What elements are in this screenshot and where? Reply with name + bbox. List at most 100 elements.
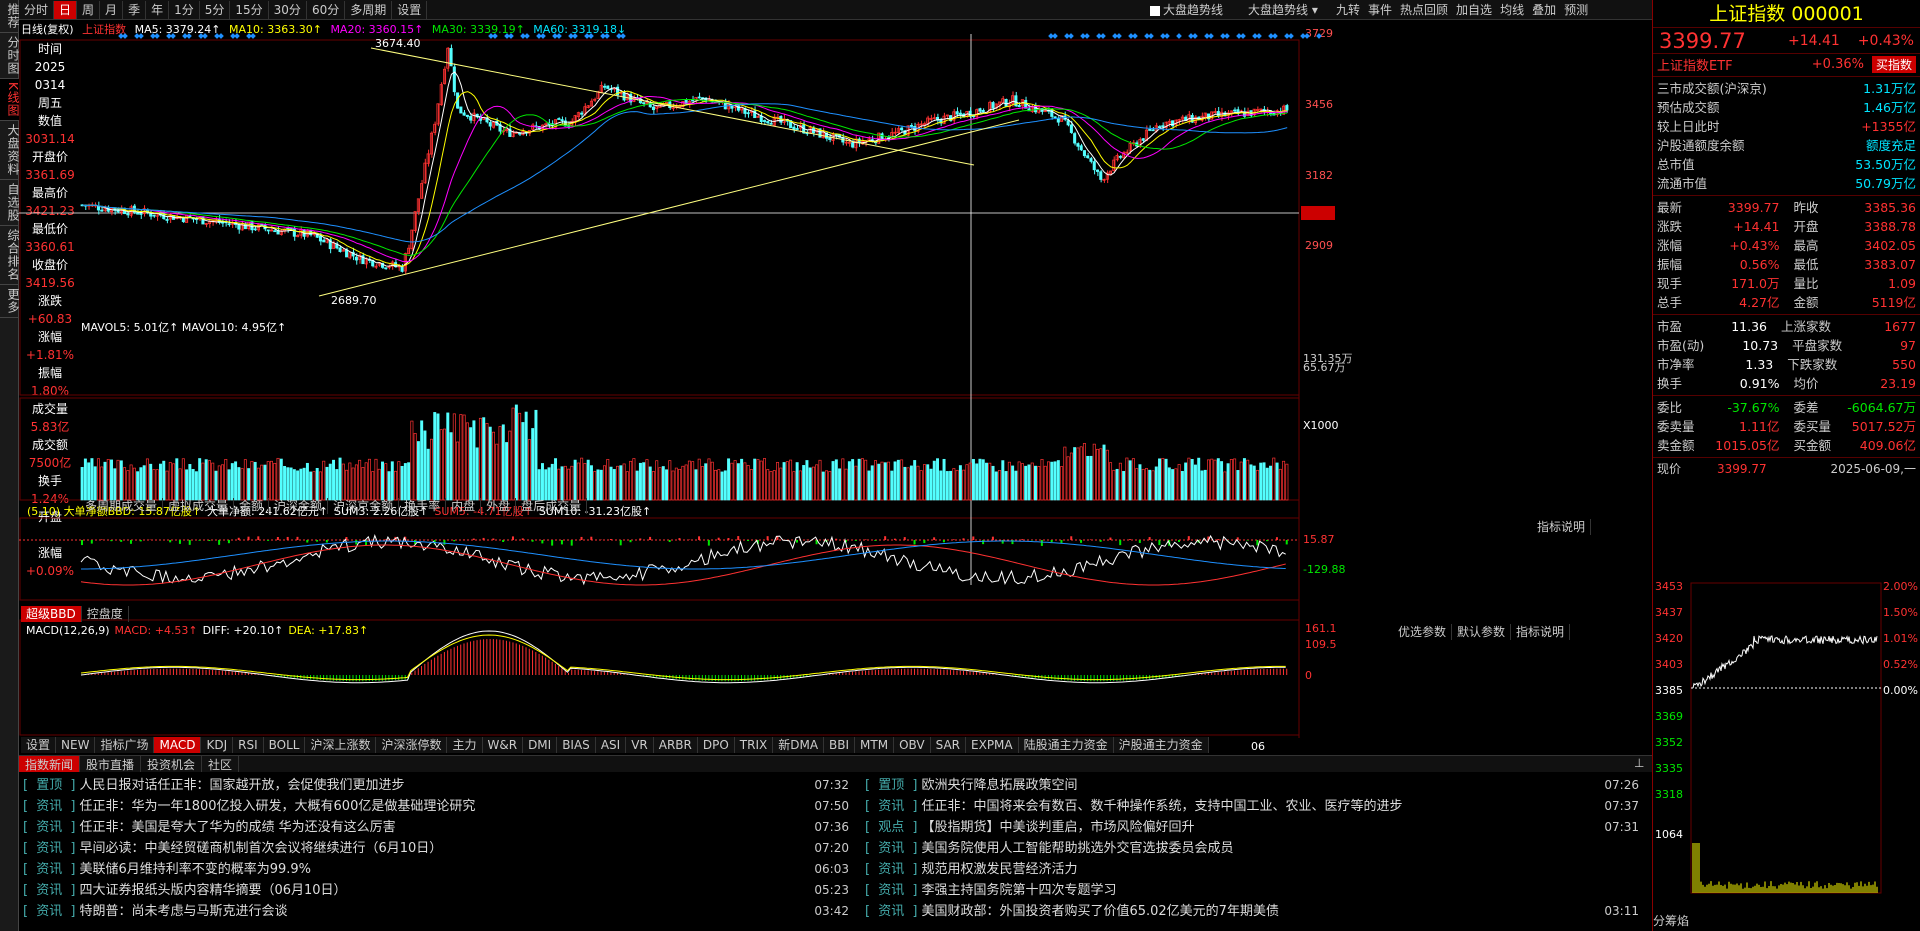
volume-tab[interactable]: 虚拟成交量	[163, 498, 235, 514]
indicator-tab[interactable]: VR	[626, 737, 654, 753]
mini-tab[interactable]: 焰	[1677, 912, 1689, 931]
indicator-tab[interactable]: SAR	[931, 737, 967, 753]
volume-tab[interactable]: 沪深京金额	[328, 498, 400, 514]
period-tab[interactable]: 季	[123, 0, 147, 19]
news-item[interactable]: [ 观点 ] 【股指期货】中美谈判重启，市场风险偏好回升 07:31	[865, 817, 1643, 838]
period-tab[interactable]: 1分	[169, 0, 200, 19]
toolbar-tool[interactable]: 叠加	[1532, 0, 1556, 20]
toolbar-tool[interactable]: 九转	[1336, 0, 1360, 20]
indicator-tab[interactable]: BIAS	[557, 737, 596, 753]
macd-param-button[interactable]: 指标说明	[1511, 624, 1571, 640]
news-item[interactable]: [ 资讯 ] 美联储6月维持利率不变的概率为99.9% 06:03	[23, 859, 853, 880]
bbd-tab[interactable]: 控盘度	[82, 606, 129, 622]
volume-tab[interactable]: 金额	[234, 498, 270, 514]
volume-tab[interactable]: 内盘	[446, 498, 482, 514]
bbd-tab[interactable]: 超级BBD	[21, 606, 82, 622]
period-tab[interactable]: 多周期	[345, 0, 393, 19]
indicator-tab[interactable]: NEW	[56, 737, 96, 753]
news-tab[interactable]: 社区	[202, 756, 240, 772]
indicator-tab[interactable]: 新DMA	[773, 737, 825, 753]
indicator-tab[interactable]: EXPMA	[966, 737, 1019, 753]
news-item[interactable]: [ 资讯 ] 规范用权激发民营经济活力	[865, 859, 1643, 880]
toolbar-tool[interactable]: 事件	[1368, 0, 1392, 20]
left-tab[interactable]: 分时图	[0, 33, 20, 79]
volume-tab[interactable]: 沪深金额	[269, 498, 329, 514]
pin-icon[interactable]: ⊥	[1634, 756, 1644, 770]
indicator-tab[interactable]: TRIX	[735, 737, 774, 753]
left-tab[interactable]: 更多	[0, 285, 20, 318]
period-tab[interactable]: 5分	[200, 0, 231, 19]
news-tab[interactable]: 股市直播	[80, 756, 142, 772]
macd-param-button[interactable]: 默认参数	[1452, 624, 1512, 640]
bbd-help-button[interactable]: 指标说明	[1532, 519, 1592, 535]
news-item[interactable]: [ 置顶 ] 欧洲央行降息拓展政策空间 07:26	[865, 775, 1643, 796]
volume-tab[interactable]: 外盘	[481, 498, 517, 514]
period-tab[interactable]: 60分	[307, 0, 346, 19]
indicator-tab[interactable]: 沪深涨停数	[376, 737, 448, 753]
period-tab[interactable]: 周	[77, 0, 101, 19]
left-tab[interactable]: 自选股	[0, 180, 20, 226]
news-item[interactable]: [ 资讯 ] 任正非：华为一年1800亿投入研发，大概有600亿是做基础理论研究 0…	[23, 796, 853, 817]
left-tab[interactable]: 大盘资料	[0, 121, 20, 180]
news-tab[interactable]: 投资机会	[141, 756, 203, 772]
indicator-tab[interactable]: ARBR	[654, 737, 698, 753]
indicator-tab[interactable]: ASI	[596, 737, 627, 753]
news-tab[interactable]: 指数新闻	[19, 756, 81, 772]
toolbar-tool[interactable]: 预测	[1564, 0, 1588, 20]
indicator-tab[interactable]: 陆股通主力资金	[1019, 737, 1114, 753]
indicator-tab[interactable]: MTM	[855, 737, 895, 753]
macd-param-button[interactable]: 优选参数	[1393, 624, 1453, 640]
trendline-dropdown[interactable]: 大盘趋势线 ▾	[1248, 0, 1318, 20]
toolbar-tool[interactable]: 热点回顾	[1400, 0, 1448, 20]
volume-bar	[514, 404, 518, 501]
period-tab[interactable]: 分时	[19, 0, 55, 19]
signal-marker	[1208, 33, 1214, 39]
indicator-tab[interactable]: OBV	[894, 737, 931, 753]
news-item[interactable]: [ 资讯 ] 美国务院使用人工智能帮助挑选外交官选拔委员会成员	[865, 838, 1643, 859]
period-tab[interactable]: 设置	[392, 0, 428, 19]
news-item[interactable]: [ 资讯 ] 任正非：中国将来会有数百、数千种操作系统，支持中国工业、农业、医疗等…	[865, 796, 1643, 817]
volume-tab[interactable]: 多周期成交量	[80, 498, 164, 514]
period-tab[interactable]: 月	[100, 0, 124, 19]
left-tab[interactable]: 推荐	[0, 0, 20, 33]
news-item[interactable]: [ 资讯 ] 特朗普：尚未考虑与马斯克进行会谈 03:42	[23, 901, 853, 922]
period-tab[interactable]: 30分	[269, 0, 307, 19]
left-tab[interactable]: 综合排名	[0, 226, 20, 285]
indicator-tab[interactable]: BOLL	[264, 737, 306, 753]
trendline-toggle[interactable]: 大盘趋势线	[1150, 0, 1223, 20]
indicator-tab[interactable]: BBI	[824, 737, 856, 753]
buy-index-button[interactable]: 买指数	[1871, 55, 1916, 73]
indicator-tab[interactable]: KDJ	[201, 737, 234, 753]
indicator-tab[interactable]: DPO	[698, 737, 735, 753]
news-item[interactable]: [ 资讯 ] 早间必读：中美经贸磋商机制首次会议将继续进行（6月10日） 07:20	[23, 838, 853, 859]
news-item[interactable]: [ 置顶 ] 人民日报对话任正非：国家越开放，会促使我们更加进步 07:32	[23, 775, 853, 796]
chart-area[interactable]: 372934563182303129093674.402689.70MAVOL5…	[19, 20, 1652, 760]
mini-tab[interactable]: 分	[1653, 912, 1665, 931]
indicator-tab[interactable]: 沪深上涨数	[305, 737, 377, 753]
news-item[interactable]: [ 资讯 ] 美国财政部：外国投资者购买了价值65.02亿美元的7年期美债 03:1…	[865, 901, 1643, 922]
toolbar-tool[interactable]: 加自选	[1456, 0, 1492, 20]
volume-bar	[1229, 459, 1233, 501]
quote-key: 流通市值	[1657, 176, 1708, 191]
volume-tab[interactable]: 换手率	[399, 498, 447, 514]
indicator-tab[interactable]: 主力	[447, 737, 483, 753]
indicator-tab[interactable]: W&R	[483, 737, 524, 753]
etf-name[interactable]: 上证指数ETF	[1657, 55, 1812, 74]
indicator-tab[interactable]: 沪股通主力资金	[1114, 737, 1209, 753]
volume-tab[interactable]: 盘后成交量	[516, 498, 588, 514]
indicator-tab[interactable]: RSI	[233, 737, 264, 753]
news-item[interactable]: [ 资讯 ] 四大证券报纸头版内容精华摘要（06月10日） 05:23	[23, 880, 853, 901]
indicator-tab[interactable]: 设置	[21, 737, 57, 753]
indicator-tab[interactable]: DMI	[523, 737, 558, 753]
indicator-tab[interactable]: 指标广场	[95, 737, 155, 753]
period-tab[interactable]: 15分	[230, 0, 269, 19]
news-item[interactable]: [ 资讯 ] 任正非：美国是夸大了华为的成绩 华为还没有这么厉害 07:36	[23, 817, 853, 838]
toolbar-tool[interactable]: 均线	[1500, 0, 1524, 20]
left-tab[interactable]: K线图	[0, 79, 20, 121]
mini-tab[interactable]: 筹	[1665, 912, 1677, 931]
period-tab[interactable]: 日	[54, 0, 78, 19]
news-item[interactable]: [ 资讯 ] 李强主持国务院第十四次专题学习	[865, 880, 1643, 901]
intraday-mini-chart[interactable]: 3453 3437 3420 3403 3385 3369 3352 3335 3318 2.00…	[1653, 578, 1919, 908]
indicator-tab[interactable]: MACD	[154, 737, 202, 753]
period-tab[interactable]: 年	[146, 0, 170, 19]
